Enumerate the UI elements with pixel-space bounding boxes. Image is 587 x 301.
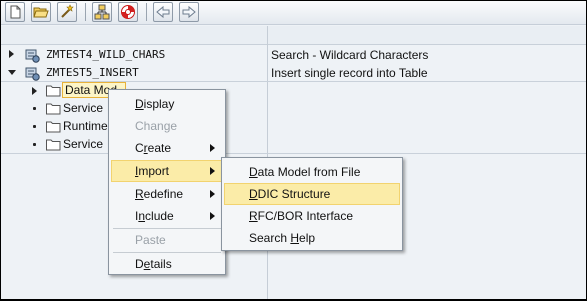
new-document-icon <box>10 5 21 19</box>
folder-icon <box>46 103 61 115</box>
submenu-arrow-icon <box>210 190 215 198</box>
tree-header <box>1 26 586 45</box>
menu-item-display[interactable]: Display <box>111 93 223 115</box>
menu-item-change: Change <box>135 119 178 133</box>
submenu-arrow-icon <box>210 167 215 175</box>
forward-button[interactable] <box>179 2 199 22</box>
menu-item-create[interactable]: Create <box>111 137 223 159</box>
expand-arrow-icon[interactable] <box>32 87 37 95</box>
menu-item-details[interactable]: Details <box>111 253 223 275</box>
menu-item-ddic-structure[interactable]: DDIC Structure <box>224 183 400 205</box>
menu-item-paste: Paste <box>135 233 166 247</box>
folder-icon <box>46 85 61 97</box>
menu-item-rfc-bor-interface[interactable]: RFC/BOR Interface <box>224 205 400 227</box>
leaf-bullet-icon <box>33 107 36 110</box>
tree-row-project[interactable]: ZMTEST5_INSERT Insert single record into… <box>1 64 586 82</box>
open-folder-icon <box>33 7 49 18</box>
service-project-icon <box>25 49 40 63</box>
tree-row-project[interactable]: ZMTEST4_WILD_CHARS Search - Wildcard Cha… <box>1 46 586 64</box>
expand-arrow-icon[interactable] <box>9 50 14 58</box>
menu-item-import[interactable]: Import <box>111 160 223 182</box>
back-button[interactable] <box>153 2 173 22</box>
wand-icon <box>61 4 74 18</box>
submenu-arrow-icon <box>210 144 215 152</box>
hierarchy-icon <box>94 4 110 20</box>
project-description: Search - Wildcard Characters <box>271 48 429 62</box>
project-name: ZMTEST4_WILD_CHARS <box>46 48 166 61</box>
leaf-bullet-icon <box>33 125 36 128</box>
folder-icon <box>46 121 61 133</box>
help-ring-icon <box>121 5 135 19</box>
hierarchy-button[interactable] <box>92 2 112 22</box>
import-submenu: Data Model from File DDIC Structure RFC/… <box>221 157 403 251</box>
back-arrow-icon <box>156 5 170 19</box>
menu-item-redefine[interactable]: Redefine <box>111 183 223 205</box>
toolbar-separator <box>146 3 147 21</box>
folder-icon <box>46 139 61 151</box>
new-button[interactable] <box>5 2 25 22</box>
magic-button[interactable] <box>57 2 77 22</box>
collapse-arrow-icon[interactable] <box>8 70 16 75</box>
menu-item-data-model-from-file[interactable]: Data Model from File <box>224 161 400 183</box>
forward-arrow-icon <box>182 5 196 19</box>
app-window: ZMTEST4_WILD_CHARS Search - Wildcard Cha… <box>1 1 586 299</box>
submenu-arrow-icon <box>210 212 215 220</box>
menu-item-include[interactable]: Include <box>111 205 223 227</box>
service-project-icon <box>25 67 40 81</box>
leaf-bullet-icon <box>33 143 36 146</box>
row-divider <box>1 153 586 154</box>
node-label: Service <box>63 101 104 115</box>
toolbar-separator <box>85 3 86 21</box>
open-button[interactable] <box>31 2 51 22</box>
node-label: Runtime <box>63 119 108 133</box>
context-menu: Display Change Create Import Redefine In… <box>108 89 226 275</box>
project-name: ZMTEST5_INSERT <box>46 66 139 79</box>
project-description: Insert single record into Table <box>271 66 428 80</box>
help-button[interactable] <box>118 2 138 22</box>
toolbar <box>1 1 586 25</box>
menu-item-search-help[interactable]: Search Help <box>224 227 400 249</box>
node-label: Service <box>63 137 104 151</box>
